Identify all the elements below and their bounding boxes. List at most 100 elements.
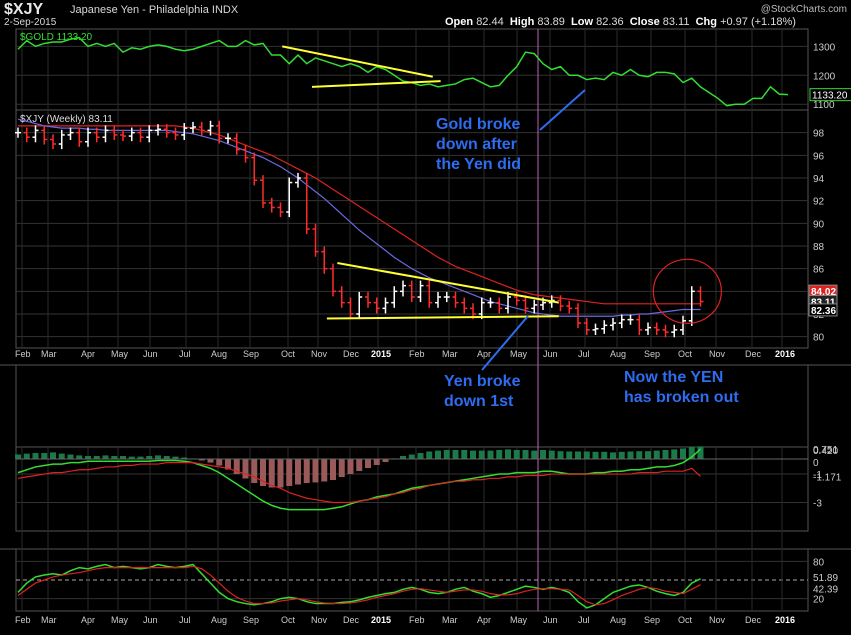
x-axis-tick-label: Jul bbox=[578, 615, 590, 625]
macd-histogram-bar bbox=[67, 454, 74, 459]
macd-histogram-bar bbox=[207, 459, 214, 463]
macd-histogram-bar bbox=[461, 450, 468, 459]
stochastic-axis-tick-label: 80 bbox=[813, 557, 825, 568]
macd-histogram-bar bbox=[513, 450, 520, 459]
macd-last-value: 0.751 bbox=[813, 445, 838, 456]
macd-histogram-bar bbox=[645, 451, 651, 459]
macd-histogram-bar bbox=[408, 454, 415, 459]
macd-histogram-bar bbox=[155, 455, 161, 459]
macd-axis-tick-label: -3 bbox=[813, 499, 822, 510]
x-axis-tick-label: Apr bbox=[81, 615, 95, 625]
macd-histogram-bar bbox=[540, 450, 546, 459]
x-axis-tick-label: Aug bbox=[610, 349, 626, 359]
price-axis-tick-label: 90 bbox=[813, 219, 825, 230]
breakout-annotation: Now the YEN has broken out bbox=[624, 369, 739, 406]
macd-histogram-bar bbox=[548, 450, 555, 459]
x-axis-tick-label: Nov bbox=[709, 615, 726, 625]
macd-histogram-bar bbox=[531, 450, 538, 459]
x-axis-tick-label: Mar bbox=[442, 615, 458, 625]
macd-histogram-bar bbox=[627, 451, 634, 459]
x-axis-tick-label: Feb bbox=[409, 615, 425, 625]
macd-histogram-bar bbox=[618, 451, 625, 459]
price-axis-tick-label: 92 bbox=[813, 197, 825, 208]
histogram-zero-label: 0 bbox=[813, 458, 819, 469]
x-axis-tick-label: 2015 bbox=[371, 349, 391, 359]
x-axis-tick-label: Sep bbox=[243, 349, 259, 359]
x-axis-tick-label: Nov bbox=[709, 349, 726, 359]
x-axis-tick-label: Aug bbox=[211, 349, 227, 359]
macd-histogram-bar bbox=[23, 453, 30, 459]
x-axis-tick-label: May bbox=[111, 349, 129, 359]
macd-histogram-bar bbox=[321, 459, 328, 482]
macd-histogram-bar bbox=[566, 451, 573, 459]
macd-histogram-bar bbox=[216, 459, 223, 466]
ma-red-line bbox=[18, 125, 701, 305]
signal-last-value: -1.171 bbox=[813, 472, 842, 483]
macd-histogram-bar bbox=[295, 459, 301, 485]
x-axis-tick-label: 2016 bbox=[775, 349, 795, 359]
x-axis-tick-label: Apr bbox=[81, 349, 95, 359]
x-axis-tick-label: Aug bbox=[610, 615, 626, 625]
price-axis-tick-label: 96 bbox=[813, 151, 825, 162]
chart-canvas: 13001200110098969492908886848280-1-38020… bbox=[0, 28, 851, 625]
macd-histogram-bar bbox=[312, 459, 319, 483]
macd-histogram-bar bbox=[338, 459, 345, 477]
x-axis-tick-label: Sep bbox=[644, 349, 660, 359]
gold-axis-tick-label: 1200 bbox=[813, 71, 836, 82]
macd-histogram-bar bbox=[557, 451, 564, 459]
macd-histogram-bar bbox=[58, 453, 65, 459]
x-axis-tick-label: Dec bbox=[745, 349, 762, 359]
price-axis-tick-label: 94 bbox=[813, 174, 825, 185]
macd-histogram-bar bbox=[662, 450, 669, 459]
x-axis-tick-label: Feb bbox=[409, 349, 425, 359]
macd-histogram-bar bbox=[470, 450, 476, 459]
macd-histogram-bar bbox=[435, 450, 441, 459]
macd-histogram-bar bbox=[653, 450, 660, 459]
price-last-value: 82.36 bbox=[811, 306, 836, 317]
x-axis-tick-label: May bbox=[111, 615, 129, 625]
x-axis-tick-label: Jun bbox=[143, 349, 158, 359]
price-trendline bbox=[326, 315, 559, 320]
macd-histogram-bar bbox=[102, 455, 109, 459]
macd-histogram-bar bbox=[41, 453, 48, 459]
macd-histogram-bar bbox=[636, 451, 643, 459]
macd-histogram-bar bbox=[365, 459, 371, 468]
x-axis-tick-label: Nov bbox=[311, 615, 328, 625]
macd-histogram-bar bbox=[522, 450, 529, 459]
macd-histogram-bar bbox=[505, 449, 511, 459]
x-axis-tick-label: Mar bbox=[41, 615, 57, 625]
price-axis-tick-label: 98 bbox=[813, 129, 825, 140]
gold-axis-tick-label: 1100 bbox=[813, 100, 835, 111]
macd-histogram-bar bbox=[680, 448, 686, 459]
macd-histogram-bar bbox=[592, 451, 599, 459]
stochastic-axis-tick-label: 20 bbox=[813, 595, 825, 606]
x-axis-tick-label: Oct bbox=[678, 349, 693, 359]
x-axis-tick-label: Oct bbox=[281, 349, 296, 359]
macd-histogram-bar bbox=[242, 459, 249, 479]
x-axis-tick-label: Jul bbox=[179, 615, 191, 625]
stochastic-k-last-value: 51.89 bbox=[813, 573, 838, 584]
stochastic-d-last-value: 42.39 bbox=[813, 585, 838, 596]
price-axis-tick-label: 86 bbox=[813, 265, 825, 276]
x-axis-tick-label: May bbox=[510, 349, 528, 359]
x-axis-tick-label: Apr bbox=[477, 349, 491, 359]
macd-histogram-bar bbox=[330, 459, 336, 480]
macd-histogram-bar bbox=[417, 453, 424, 459]
x-axis-tick-label: Dec bbox=[343, 615, 360, 625]
macd-histogram-bar bbox=[671, 449, 678, 459]
macd-histogram-bar bbox=[268, 459, 275, 488]
gold-annotation: Gold broke down after the Yen did bbox=[436, 116, 522, 173]
macd-histogram-bar bbox=[443, 450, 450, 459]
macd-histogram-bar bbox=[697, 446, 704, 459]
yen-annotation: Yen broke down 1st bbox=[444, 373, 521, 410]
price-axis-tick-label: 80 bbox=[813, 333, 825, 344]
macd-histogram-bar bbox=[373, 459, 380, 465]
macd-histogram-bar bbox=[452, 450, 459, 459]
macd-histogram-bar bbox=[15, 454, 21, 459]
x-axis-tick-label: Aug bbox=[211, 615, 227, 625]
x-axis-tick-label: Jul bbox=[578, 349, 590, 359]
gold-last-value: 1133.20 bbox=[812, 91, 848, 102]
panel-frame bbox=[15, 109, 809, 349]
macd-histogram-bar bbox=[286, 459, 293, 486]
x-axis-tick-label: May bbox=[510, 615, 528, 625]
